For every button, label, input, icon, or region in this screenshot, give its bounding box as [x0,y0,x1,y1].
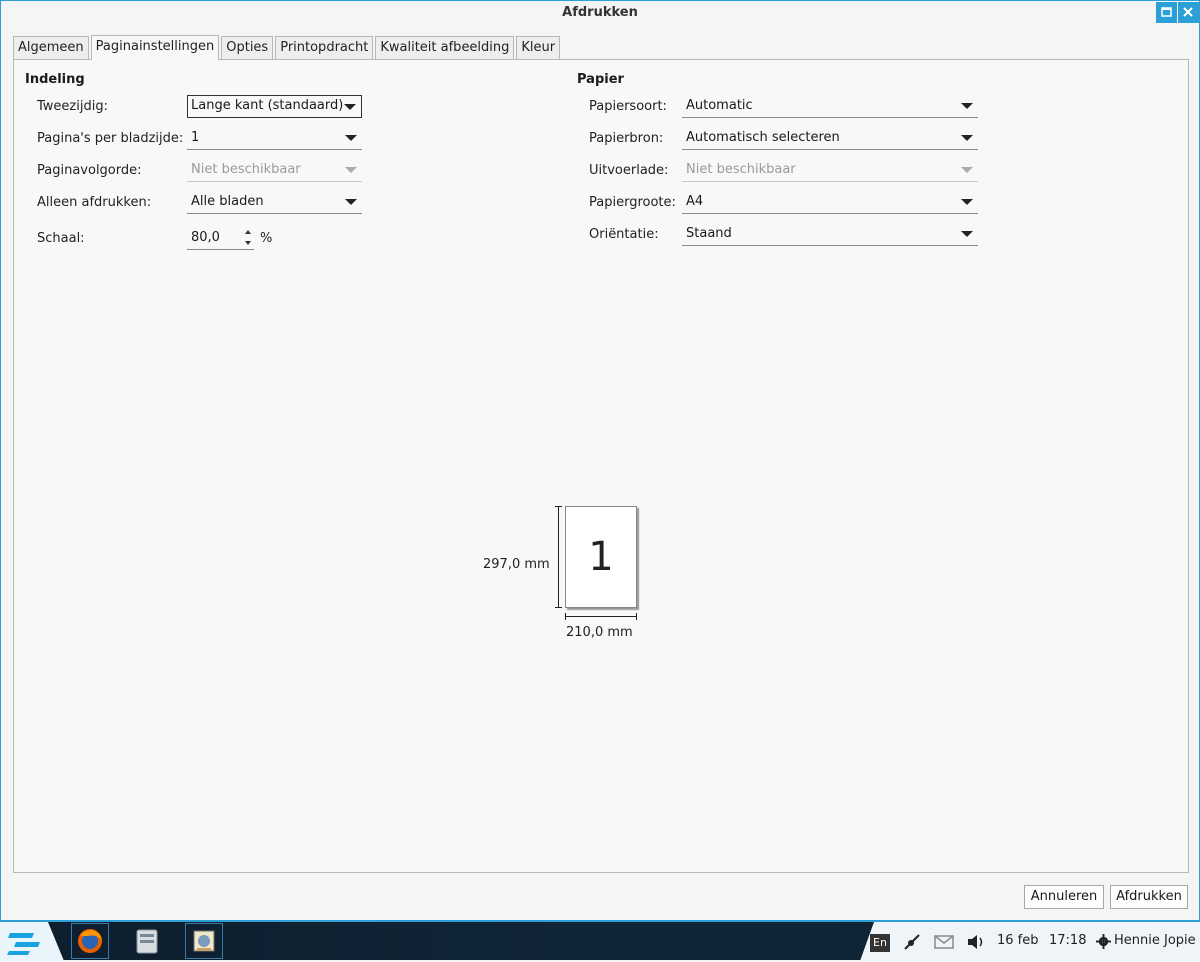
paginas-per-blad-label: Pagina's per bladzijde: [37,131,184,146]
orientatie-label: Oriëntatie: [589,227,659,242]
tab-kwaliteit-afbeelding[interactable]: Kwaliteit afbeelding [375,36,515,59]
papiersoort-value: Automatic [686,98,753,113]
papiersoort-label: Papiersoort: [589,99,667,114]
papiersoort-combo[interactable]: Automatic [682,95,978,118]
uitvoerlade-combo[interactable]: Niet beschikbaar [682,159,978,182]
print-dialog: Afdrukken Algemeen Paginainstellingen Op… [0,0,1200,921]
taskbar: En 16 feb 17:18 Hennie Jopie [0,921,1200,961]
papierbron-label: Papierbron: [589,131,664,146]
printer-app-icon [193,930,215,952]
tray-user-name[interactable]: Hennie Jopie [1114,933,1196,948]
file-manager-icon [136,929,158,954]
window-title: Afdrukken [562,5,638,20]
title-bar: Afdrukken [1,1,1199,25]
chevron-down-icon [961,135,973,141]
height-dimension-line [558,506,559,608]
tab-bar: Algemeen Paginainstellingen Opties Print… [13,35,562,60]
maximize-button[interactable] [1156,2,1177,23]
chevron-down-icon [961,167,973,173]
preview-page-number: 1 [588,534,614,580]
chevron-down-icon [961,103,973,109]
paginavolgorde-combo[interactable]: Niet beschikbaar [187,159,362,182]
keyboard-layout-indicator[interactable]: En [870,934,890,952]
mail-icon[interactable] [934,934,954,950]
network-icon[interactable] [902,932,922,952]
tab-printopdracht[interactable]: Printopdracht [275,36,374,59]
chevron-down-icon [344,104,356,110]
width-tick-left [565,613,566,620]
close-button[interactable] [1178,2,1199,23]
print-button[interactable]: Afdrukken [1110,885,1188,909]
chevron-down-icon [345,135,357,141]
height-tick-bottom [555,607,562,608]
width-label: 210,0 mm [566,625,633,640]
page-preview: 1 [565,506,637,608]
spin-up-icon[interactable] [245,230,251,234]
height-tick-top [555,506,562,507]
tweezijdig-combo[interactable]: Lange kant (standaard) [187,95,362,118]
chevron-down-icon [961,199,973,205]
orientatie-value: Staand [686,226,732,241]
papierbron-combo[interactable]: Automatisch selecteren [682,127,978,150]
papiergroote-combo[interactable]: A4 [682,191,978,214]
paginas-per-blad-value: 1 [191,130,200,145]
chevron-down-icon [345,199,357,205]
width-dimension-line [565,616,637,617]
alleen-afdrukken-value: Alle bladen [191,194,264,209]
width-tick-right [636,613,637,620]
papiergroote-label: Papiergroote: [589,195,676,210]
indeling-heading: Indeling [25,72,85,87]
tweezijdig-value: Lange kant (standaard) [191,98,344,113]
maximize-icon [1161,7,1172,17]
alleen-afdrukken-label: Alleen afdrukken: [37,195,152,210]
alleen-afdrukken-combo[interactable]: Alle bladen [187,191,362,214]
zorin-logo-icon [7,933,40,955]
tab-kleur[interactable]: Kleur [516,36,561,59]
taskbar-firefox[interactable] [71,923,109,959]
paginavolgorde-label: Paginavolgorde: [37,163,142,178]
cancel-button[interactable]: Annuleren [1024,885,1104,909]
uitvoerlade-label: Uitvoerlade: [589,163,669,178]
orientatie-combo[interactable]: Staand [682,223,978,246]
tray-date[interactable]: 16 feb [997,933,1039,948]
tray-time[interactable]: 17:18 [1049,933,1086,948]
spin-down-icon[interactable] [245,241,251,245]
tab-paginainstellingen[interactable]: Paginainstellingen [90,35,220,60]
papierbron-value: Automatisch selecteren [686,130,840,145]
papiergroote-value: A4 [686,194,704,209]
schaal-unit: % [260,231,273,246]
gear-icon[interactable] [1096,934,1111,949]
taskbar-print-app[interactable] [185,923,223,959]
close-icon [1183,7,1193,17]
paginas-per-blad-combo[interactable]: 1 [187,127,362,150]
paginavolgorde-value: Niet beschikbaar [191,162,301,177]
papier-heading: Papier [577,72,624,87]
firefox-icon [78,929,102,953]
volume-icon[interactable] [966,933,986,951]
uitvoerlade-value: Niet beschikbaar [686,162,796,177]
schaal-value: 80,0 [191,230,220,245]
tab-panel: Indeling Tweezijdig: Lange kant (standaa… [13,59,1189,873]
zorin-menu-button[interactable] [0,922,64,961]
schaal-label: Schaal: [37,231,85,246]
chevron-down-icon [961,231,973,237]
tab-opties[interactable]: Opties [221,36,274,59]
taskbar-file-manager[interactable] [128,923,166,959]
height-label: 297,0 mm [483,557,550,572]
chevron-down-icon [345,167,357,173]
tweezijdig-label: Tweezijdig: [37,99,108,114]
schaal-spinbox[interactable]: 80,0 [187,227,254,250]
tab-algemeen[interactable]: Algemeen [13,36,89,59]
